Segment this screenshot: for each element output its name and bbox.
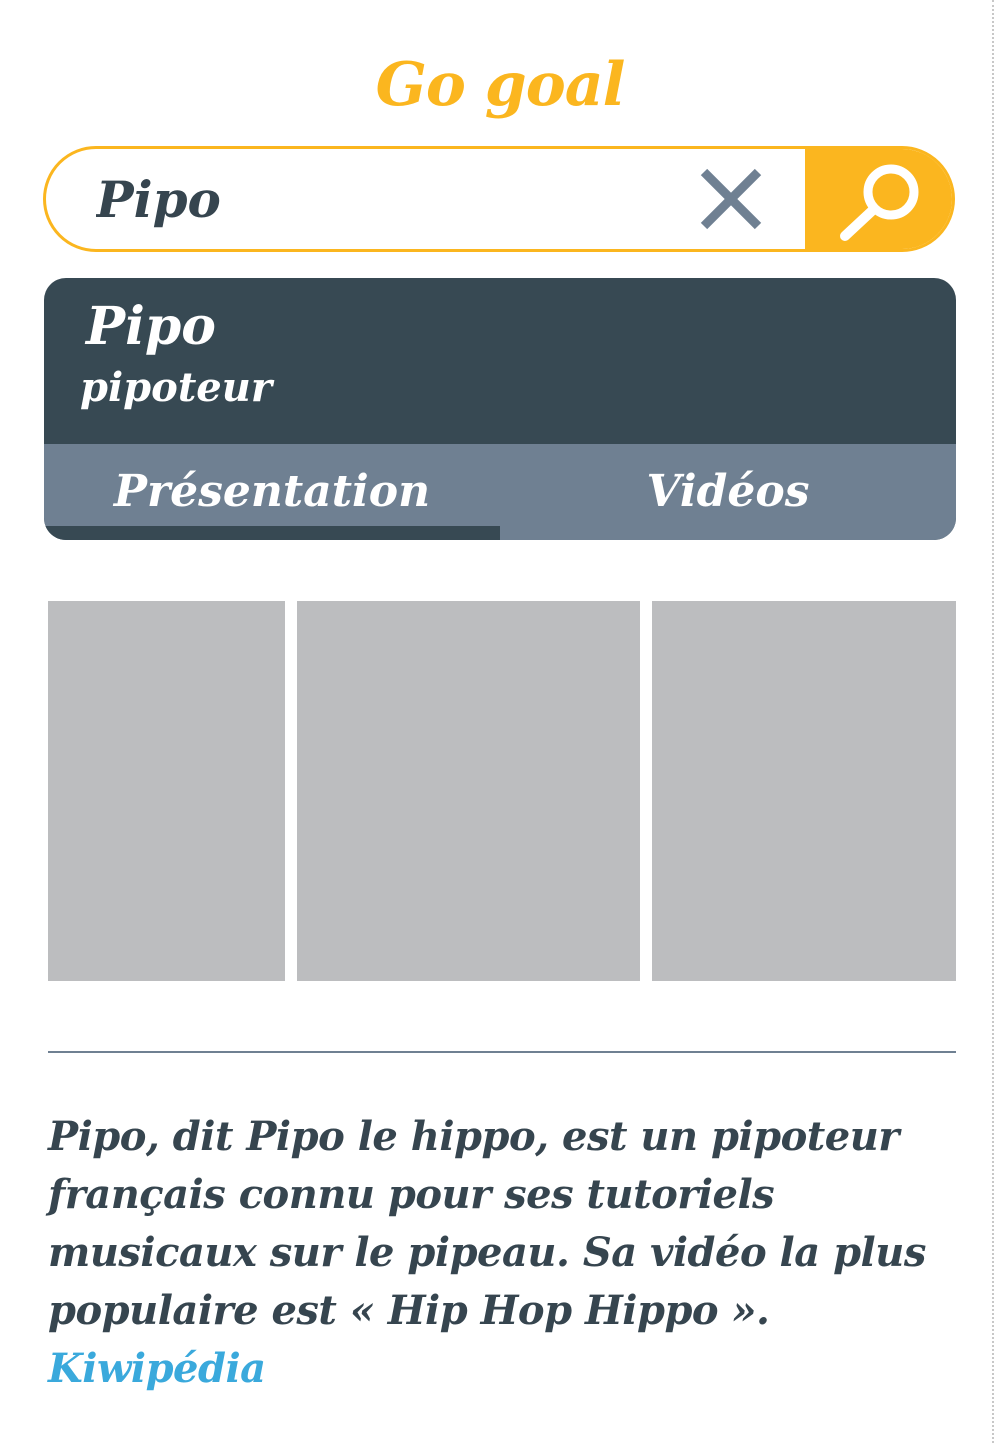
page-edge [992,0,994,1443]
result-tabs: Présentation Vidéos [44,444,956,540]
description-text: Pipo, dit Pipo le hippo, est un pipoteur… [48,1113,926,1334]
search-icon [840,164,919,241]
result-subtitle: pipoteur [80,364,272,411]
clear-search-button[interactable] [696,164,766,234]
result-card: Pipo pipoteur Présentation Vidéos [44,278,956,540]
search-button[interactable] [805,149,952,249]
app-logo[interactable]: Go goal [0,50,1000,120]
source-link[interactable]: Kiwipédia [48,1345,266,1392]
close-icon [700,168,762,230]
image-thumbnail[interactable] [48,601,285,981]
search-bar [43,146,955,252]
active-tab-indicator [44,526,500,540]
image-thumbnail[interactable] [652,601,956,981]
tab-videos[interactable]: Vidéos [500,466,956,517]
search-input[interactable] [96,167,656,231]
image-thumbnail[interactable] [297,601,640,981]
tab-presentation[interactable]: Présentation [44,466,500,517]
result-description: Pipo, dit Pipo le hippo, est un pipoteur… [48,1108,956,1398]
result-title: Pipo [86,296,216,357]
section-divider [48,1051,956,1053]
